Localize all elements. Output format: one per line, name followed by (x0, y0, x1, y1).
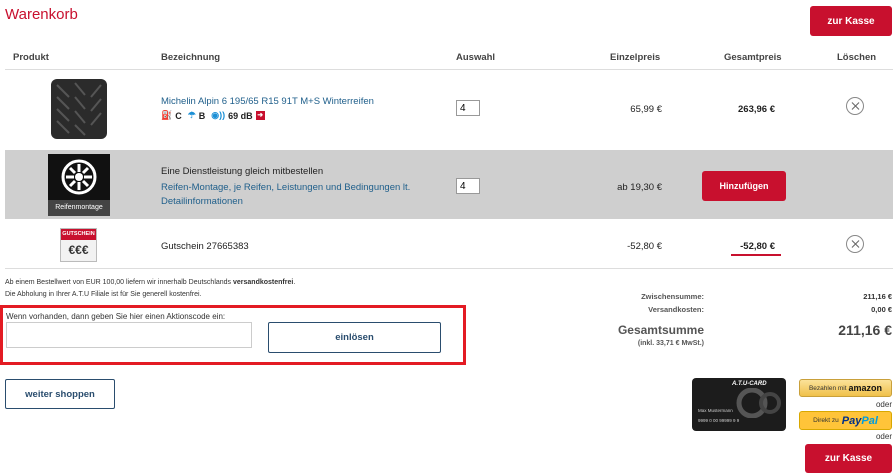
card-holder: Max Mustermann (698, 408, 733, 413)
reifenmontage-icon: Reifenmontage (48, 154, 110, 216)
or-text: oder (875, 400, 892, 409)
voucher-unit-price: -52,80 € (627, 241, 662, 252)
voucher-badge: GUTSCHEIN (61, 229, 96, 240)
service-link[interactable]: Reifen-Montage, je Reifen, Leistungen un… (161, 181, 421, 209)
continue-shopping-button[interactable]: weiter shoppen (5, 379, 115, 409)
col-einzelpreis: Einzelpreis (610, 52, 661, 63)
eu-label: ⛽ C ☂ B ◉)) 69 dB ➜ (161, 110, 265, 121)
reifenmontage-label: Reifenmontage (48, 200, 110, 216)
voucher-total-price: -52,80 € (740, 241, 775, 252)
checkout-button-top[interactable]: zur Kasse (810, 6, 892, 36)
amazon-pay-prefix: Bezahlen mit (808, 384, 847, 392)
shipping-value: 0,00 € (871, 305, 892, 314)
shipping-note: Ab einem Bestellwert von EUR 100,00 lief… (5, 279, 295, 286)
cart-row-voucher: GUTSCHEIN €€€ Gutschein 27665383 -52,80 … (5, 220, 893, 268)
shipping-label: Versandkosten: (648, 305, 704, 314)
voucher-name: Gutschein 27665383 (161, 241, 249, 252)
vat-note: (inkl. 33,71 € MwSt.) (637, 340, 704, 347)
amazon-pay-button[interactable]: Bezahlen mit amazon (799, 379, 892, 397)
col-loeschen: Löschen (837, 52, 877, 63)
page-title: Warenkorb (5, 6, 78, 23)
cart-table-header: Produkt Bezeichnung Auswahl Einzelpreis … (0, 47, 895, 69)
col-produkt: Produkt (13, 52, 49, 63)
noise-value: 69 dB (228, 110, 253, 121)
voucher-underline (731, 254, 781, 256)
wet-grip-icon: ☂ (187, 110, 196, 120)
fuel-class: C (175, 110, 182, 121)
subtotal-value: 211,16 € (863, 292, 892, 301)
shipping-note-bold: versandkostenfrei (233, 279, 294, 286)
delete-voucher-button[interactable] (846, 235, 864, 253)
paypal-logo-pal: Pal (861, 414, 878, 427)
checkout-button-bottom[interactable]: zur Kasse (805, 444, 892, 473)
or-text: oder (875, 432, 892, 441)
promo-label: Wenn vorhanden, dann geben Sie hier eine… (6, 312, 226, 321)
voucher-icon: GUTSCHEIN €€€ (60, 228, 97, 262)
paypal-prefix: Direkt zu (813, 417, 839, 424)
paypal-logo-pay: Pay (841, 414, 862, 427)
subtotal-label: Zwischensumme: (641, 292, 704, 301)
fuel-icon: ⛽ (161, 110, 173, 120)
divider (5, 268, 893, 269)
col-auswahl: Auswahl (456, 52, 496, 63)
atu-card-brand: A.T.U-CARD (732, 381, 767, 387)
promo-code-section: Wenn vorhanden, dann geben Sie hier eine… (0, 305, 466, 365)
cart-row-service: Reifenmontage Eine Dienstleistung gleich… (5, 150, 893, 219)
paypal-logo: PayPal (842, 415, 878, 427)
promo-code-input[interactable] (6, 322, 252, 348)
tire-unit-price: 65,99 € (630, 104, 662, 115)
col-bezeichnung: Bezeichnung (161, 52, 221, 63)
card-pattern-icon (736, 388, 781, 418)
total-value: 211,16 € (838, 322, 892, 338)
add-service-button[interactable]: Hinzufügen (702, 171, 786, 201)
shipping-note-suffix: . (293, 279, 296, 286)
noise-icon: ◉)) (211, 110, 226, 120)
arrow-right-icon[interactable]: ➜ (255, 111, 265, 120)
total-label: Gesamtsumme (617, 323, 704, 337)
redeem-button[interactable]: einlösen (268, 322, 441, 353)
voucher-symbol: €€€ (68, 243, 89, 257)
atu-card-image[interactable]: A.T.U-CARD Max Mustermann 9999 0 00 9999… (692, 378, 786, 431)
amazon-logo: amazon (848, 383, 883, 393)
tire-total-price: 263,96 € (738, 104, 775, 115)
cart-row-tire: Michelin Alpin 6 195/65 R15 91T M+S Wint… (5, 70, 893, 148)
wet-class: B (198, 110, 206, 121)
shipping-note-text: Ab einem Bestellwert von EUR 100,00 lief… (5, 279, 234, 286)
pickup-note: Die Abholung in Ihrer A.T.U Filiale ist … (5, 291, 202, 298)
card-number: 9999 0 00 99999 9 9 (698, 418, 740, 423)
service-price: ab 19,30 € (617, 182, 662, 193)
tire-name-link[interactable]: Michelin Alpin 6 195/65 R15 91T M+S Wint… (161, 96, 374, 107)
col-gesamtpreis: Gesamtpreis (724, 52, 782, 63)
service-qty-input[interactable] (456, 178, 480, 194)
paypal-button[interactable]: Direkt zu PayPal (799, 411, 892, 430)
tire-image[interactable] (47, 77, 111, 141)
service-title: Eine Dienstleistung gleich mitbestellen (161, 166, 324, 177)
delete-tire-button[interactable] (846, 97, 864, 115)
tire-qty-input[interactable] (456, 100, 480, 116)
